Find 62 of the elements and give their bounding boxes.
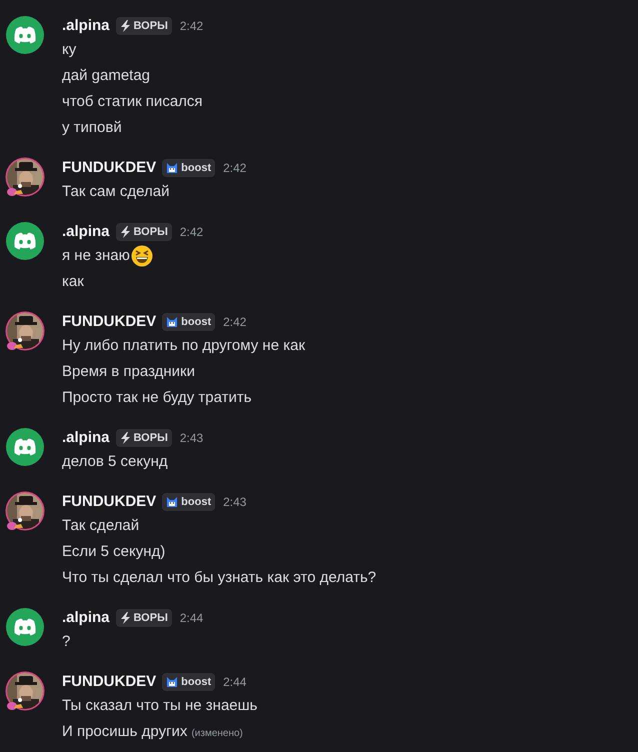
tag-badge[interactable]: boost (162, 159, 216, 177)
message-text: Если 5 секунд) (62, 542, 166, 562)
timestamp: 2:44 (223, 674, 246, 691)
timestamp: 2:42 (223, 160, 246, 177)
message-text: Так сам сделай (62, 182, 170, 202)
lightning-icon (120, 226, 131, 238)
tag-label: ВОРЫ (134, 610, 168, 626)
lightning-icon (120, 612, 131, 624)
timestamp: 2:44 (180, 610, 204, 627)
message-text: ку (62, 40, 76, 60)
username[interactable]: FUNDUKDEV (62, 670, 156, 694)
message-text: Так сделай (62, 516, 140, 536)
tag-badge[interactable]: boost (162, 493, 216, 511)
timestamp: 2:43 (223, 494, 246, 511)
message-text: я не знаю (62, 246, 130, 266)
timestamp: 2:42 (223, 314, 246, 331)
tag-label: ВОРЫ (134, 18, 168, 34)
timestamp: 2:43 (180, 430, 204, 447)
message-text: Время в праздники (62, 362, 195, 382)
tag-label: ВОРЫ (134, 224, 168, 240)
tag-badge[interactable]: ВОРЫ (116, 429, 172, 447)
tag-badge[interactable]: ВОРЫ (116, 223, 172, 241)
message-text: делов 5 секунд (62, 452, 168, 472)
avatar[interactable] (5, 221, 45, 261)
lightning-icon (120, 20, 131, 32)
username[interactable]: .alpina (62, 426, 110, 450)
lightning-icon (120, 432, 131, 444)
message-text: Ну либо платить по другому не как (62, 336, 306, 356)
username[interactable]: .alpina (62, 14, 110, 38)
username[interactable]: FUNDUKDEV (62, 156, 156, 180)
message-text: Просто так не буду тратить (62, 388, 252, 408)
message-text: Ты сказал что ты не знаешь (62, 696, 258, 716)
cat-icon (166, 676, 178, 688)
tag-badge[interactable]: boost (162, 313, 216, 331)
tag-label: boost (181, 674, 212, 690)
tag-label: boost (181, 494, 212, 510)
timestamp: 2:42 (180, 18, 204, 35)
cat-icon (166, 496, 178, 508)
message-text: у типовй (62, 118, 122, 138)
tag-badge[interactable]: boost (162, 673, 216, 691)
timestamp: 2:42 (180, 224, 204, 241)
edited-label: (изменено) (191, 727, 243, 741)
tag-badge[interactable]: ВОРЫ (116, 609, 172, 627)
message-text: как (62, 272, 84, 292)
cat-icon (166, 316, 178, 328)
username[interactable]: FUNDUKDEV (62, 490, 156, 514)
message-text: чтоб статик писался (62, 92, 203, 112)
message-text: ? (62, 632, 70, 652)
tag-label: ВОРЫ (134, 430, 168, 446)
tag-badge[interactable]: ВОРЫ (116, 17, 172, 35)
avatar[interactable] (5, 15, 45, 55)
avatar[interactable] (5, 427, 45, 467)
message-text: дай gametag (62, 66, 150, 86)
cat-icon (166, 162, 178, 174)
message-text: Что ты сделал что бы узнать как это делать? (62, 568, 376, 588)
tag-label: boost (181, 314, 212, 330)
tag-label: boost (181, 160, 212, 176)
username[interactable]: .alpina (62, 606, 110, 630)
message-text: И просишь других (62, 722, 188, 742)
username[interactable]: FUNDUKDEV (62, 310, 156, 334)
avatar[interactable] (5, 607, 45, 647)
username[interactable]: .alpina (62, 220, 110, 244)
